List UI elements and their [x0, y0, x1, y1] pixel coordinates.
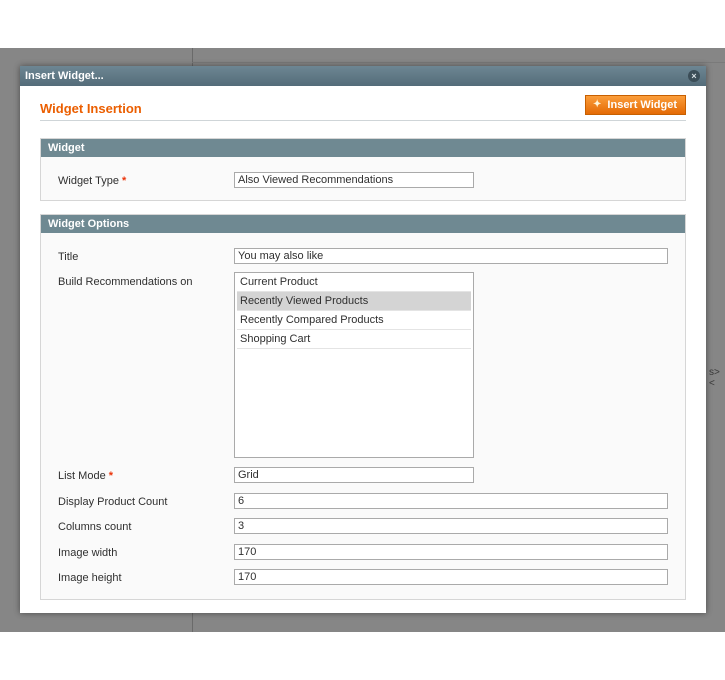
insert-widget-button-label: Insert Widget — [607, 99, 677, 111]
widget-type-field[interactable]: Also Viewed Recommendations — [234, 172, 474, 188]
widget-fieldset: Widget Widget Type * Also Viewed Recomme… — [40, 138, 686, 201]
columns-count-label: Columns count — [58, 521, 132, 533]
build-recommendations-multiselect[interactable]: Current Product Recently Viewed Products… — [234, 272, 474, 458]
background-fragment: s>< — [709, 367, 720, 389]
image-height-label: Image height — [58, 572, 122, 584]
required-marker: * — [122, 175, 127, 187]
list-item[interactable]: Shopping Cart — [237, 330, 471, 349]
dialog-title: Insert Widget... — [25, 70, 104, 82]
page-title: Widget Insertion — [40, 101, 142, 116]
build-recommendations-label: Build Recommendations on — [58, 276, 193, 288]
widget-options-fieldset: Widget Options Title You may also like B… — [40, 214, 686, 600]
list-item[interactable]: Recently Compared Products — [237, 311, 471, 330]
dialog-titlebar: Insert Widget... × — [20, 66, 706, 86]
image-height-input[interactable]: 170 — [234, 569, 668, 585]
image-width-label: Image width — [58, 547, 118, 559]
dialog-content: Widget Insertion ✦ Insert Widget Widget … — [20, 86, 706, 613]
image-width-input[interactable]: 170 — [234, 544, 668, 560]
list-mode-label: List Mode * — [58, 470, 114, 482]
widget-type-label: Widget Type * — [58, 175, 127, 187]
insert-widget-button[interactable]: ✦ Insert Widget — [585, 95, 686, 115]
widget-options-legend: Widget Options — [41, 215, 685, 233]
list-mode-select[interactable]: Grid — [234, 467, 474, 483]
title-input[interactable]: You may also like — [234, 248, 668, 264]
product-count-input[interactable]: 6 — [234, 493, 668, 509]
list-item[interactable]: Current Product — [237, 273, 471, 292]
widget-legend: Widget — [41, 139, 685, 157]
widget-icon: ✦ — [593, 99, 602, 110]
background-rule — [192, 62, 725, 63]
columns-count-input[interactable]: 3 — [234, 518, 668, 534]
title-label: Title — [58, 251, 79, 263]
product-count-label: Display Product Count — [58, 496, 168, 508]
insert-widget-dialog: Insert Widget... × Widget Insertion ✦ In… — [20, 66, 706, 613]
list-item[interactable]: Recently Viewed Products — [237, 292, 471, 311]
required-marker: * — [108, 470, 114, 482]
page-header: Widget Insertion ✦ Insert Widget — [40, 95, 686, 121]
close-icon[interactable]: × — [688, 70, 700, 82]
